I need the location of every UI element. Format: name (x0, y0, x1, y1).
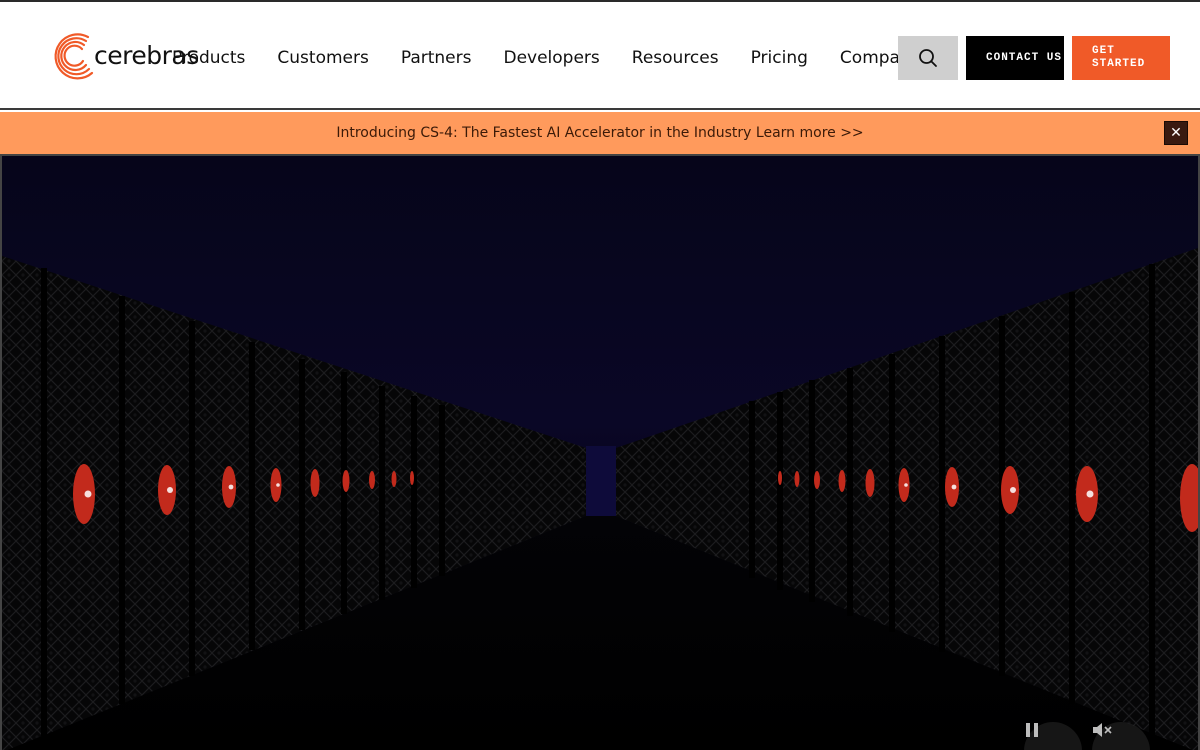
search-icon (919, 49, 937, 67)
nav-item-pricing[interactable]: Pricing (735, 36, 824, 80)
pause-icon (1026, 723, 1038, 737)
banner-link[interactable]: Introducing CS-4: The Fastest AI Acceler… (336, 125, 863, 141)
hero-video (0, 154, 1200, 750)
mute-icon (1093, 723, 1112, 737)
site-header: cerebras Products Customers Partners Dev… (0, 2, 1200, 110)
nav-item-developers[interactable]: Developers (487, 36, 615, 80)
search-button[interactable] (898, 36, 958, 80)
contact-us-button[interactable]: CONTACT US (966, 36, 1064, 80)
announcement-banner: Introducing CS-4: The Fastest AI Acceler… (0, 112, 1200, 154)
nav-item-products[interactable]: Products (156, 36, 261, 80)
banner-close-button[interactable]: ✕ (1164, 121, 1188, 145)
nav-item-partners[interactable]: Partners (385, 36, 488, 80)
cerebras-logo-icon (54, 33, 94, 80)
nav-item-customers[interactable]: Customers (261, 36, 384, 80)
main-nav: Products Customers Partners Developers R… (156, 36, 937, 80)
datacenter-aisle-image (2, 156, 1198, 750)
get-started-button[interactable]: GET STARTED (1072, 36, 1170, 80)
close-icon: ✕ (1170, 125, 1182, 141)
nav-item-resources[interactable]: Resources (616, 36, 735, 80)
